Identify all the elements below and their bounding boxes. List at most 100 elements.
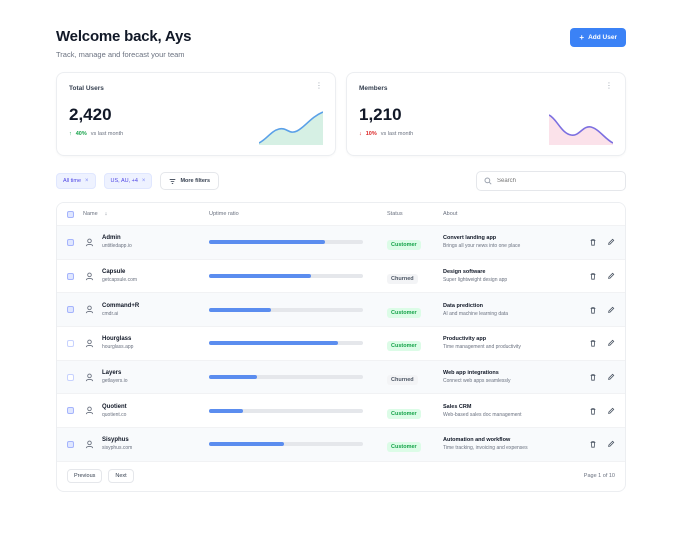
actions-cell (579, 373, 615, 381)
about-cell: Sales CRM Web-based sales doc management (443, 404, 579, 418)
status-cell: Churned (387, 267, 443, 285)
trash-icon[interactable] (589, 440, 597, 449)
name-cell: Capsule getcapsule.com (83, 269, 209, 283)
status-cell: Churned (387, 368, 443, 386)
close-icon[interactable]: × (85, 178, 89, 184)
about-cell: Design software Super lightweight design… (443, 269, 579, 283)
progress-fill (209, 341, 339, 346)
name-text: Sisyphus sisyphus.com (102, 437, 132, 451)
row-select-cell (67, 339, 83, 347)
name-text: Quotient quotient.co (102, 404, 127, 418)
trash-icon[interactable] (589, 238, 597, 246)
edit-icon[interactable] (607, 272, 615, 280)
status-badge: Customer (387, 408, 421, 419)
about-description: Brings all your news into one place (443, 243, 521, 250)
name-cell: Hourglass hourglass.app (83, 336, 209, 350)
table-row[interactable]: Quotient quotient.co Customer Sales CRM … (57, 393, 625, 427)
status-badge: Customer (387, 442, 421, 453)
trash-icon[interactable] (589, 339, 597, 348)
user-icon (85, 406, 93, 415)
status-badge: Customer (387, 240, 421, 251)
table-row[interactable]: Capsule getcapsule.com Churned Design so… (57, 258, 625, 293)
stat-card-total-users: Total Users ⋮ 2,420 ↑ 40% vs last month (56, 72, 336, 156)
actions-cell (579, 272, 615, 280)
close-icon[interactable]: × (142, 178, 146, 184)
row-checkbox[interactable] (67, 238, 74, 246)
page-title: Welcome back, Ays (56, 28, 192, 45)
row-checkbox[interactable] (67, 373, 74, 381)
more-vertical-icon[interactable]: ⋮ (605, 82, 613, 90)
column-name[interactable]: Name ↓ (83, 211, 209, 217)
row-checkbox[interactable] (67, 306, 74, 314)
filter-bar: All time × US, AU, +4 × More filters (56, 170, 626, 192)
edit-icon[interactable] (607, 238, 615, 246)
progress-cell (209, 307, 387, 312)
table-row[interactable]: Layers getlayers.io Churned Web app inte… (57, 359, 625, 394)
chip-label: US, AU, +4 (110, 178, 138, 184)
user-name: Sisyphus (102, 437, 129, 444)
name-cell: Sisyphus sisyphus.com (83, 437, 209, 451)
user-handle: cmdr.ai (102, 310, 119, 317)
edit-icon[interactable] (607, 440, 615, 448)
avatar (83, 270, 95, 282)
row-select-cell (67, 306, 83, 314)
row-checkbox[interactable] (67, 440, 74, 448)
search-box[interactable] (476, 171, 626, 191)
more-filters-button[interactable]: More filters (160, 172, 220, 190)
more-filters-label: More filters (180, 178, 211, 184)
trash-icon[interactable] (589, 306, 597, 314)
sparkline-chart (549, 114, 613, 145)
progress-bar (209, 341, 363, 346)
user-handle: quotient.co (102, 411, 127, 418)
edit-icon[interactable] (607, 339, 615, 347)
filter-chip-region[interactable]: US, AU, +4 × (103, 173, 153, 189)
add-user-button[interactable]: + Add User (570, 28, 626, 47)
avatar (83, 438, 95, 450)
search-input[interactable] (497, 178, 617, 184)
row-checkbox[interactable] (67, 339, 74, 347)
filter-chip-time[interactable]: All time × (56, 173, 96, 189)
status-cell: Customer (387, 233, 443, 251)
trash-icon[interactable] (589, 373, 597, 381)
table-row[interactable]: Command+R cmdr.ai Customer Data predicti… (57, 292, 625, 327)
edit-icon[interactable] (607, 373, 615, 381)
about-title: Web app integrations (443, 370, 499, 377)
progress-fill (209, 307, 271, 312)
column-about: About (443, 211, 458, 217)
edit-icon[interactable] (607, 407, 615, 415)
row-checkbox[interactable] (67, 407, 74, 415)
trash-icon[interactable] (589, 407, 597, 415)
about-title: Data prediction (443, 302, 484, 309)
row-select-cell (67, 373, 83, 381)
more-vertical-icon[interactable]: ⋮ (315, 82, 323, 90)
select-all-cell (67, 210, 83, 218)
progress-bar (209, 442, 363, 447)
user-icon (85, 272, 93, 280)
user-icon (85, 373, 93, 381)
select-all-checkbox[interactable] (67, 210, 74, 218)
page-info: Page 1 of 10 (583, 473, 615, 480)
arrow-down-icon: ↓ (104, 211, 108, 217)
about-title: Automation and workflow (443, 437, 511, 444)
user-handle: getlayers.io (102, 378, 128, 385)
name-text: Layers getlayers.io (102, 370, 128, 384)
next-button[interactable]: Next (108, 469, 134, 484)
row-checkbox[interactable] (67, 272, 74, 280)
status-badge: Customer (387, 341, 421, 352)
table-row[interactable]: Sisyphus sisyphus.com Customer Automatio… (57, 427, 625, 461)
table-row[interactable]: Admin untitledapp.io Customer Convert la… (57, 225, 625, 259)
user-name: Command+R (102, 302, 140, 309)
name-cell: Layers getlayers.io (83, 370, 209, 384)
previous-button[interactable]: Previous (67, 469, 103, 484)
about-cell: Web app integrations Connect web apps se… (443, 370, 579, 384)
actions-cell (579, 407, 615, 415)
trash-icon[interactable] (589, 272, 597, 280)
about-description: Connect web apps seamlessly (443, 378, 511, 385)
edit-icon[interactable] (607, 306, 615, 314)
table-row[interactable]: Hourglass hourglass.app Customer Product… (57, 326, 625, 360)
table-body: Admin untitledapp.io Customer Convert la… (57, 225, 625, 461)
about-description: Time tracking, invoicing and expenses (443, 445, 528, 452)
status-badge: Customer (387, 307, 421, 318)
user-handle: hourglass.app (102, 344, 134, 351)
stat-cards: Total Users ⋮ 2,420 ↑ 40% vs last month … (56, 72, 626, 156)
